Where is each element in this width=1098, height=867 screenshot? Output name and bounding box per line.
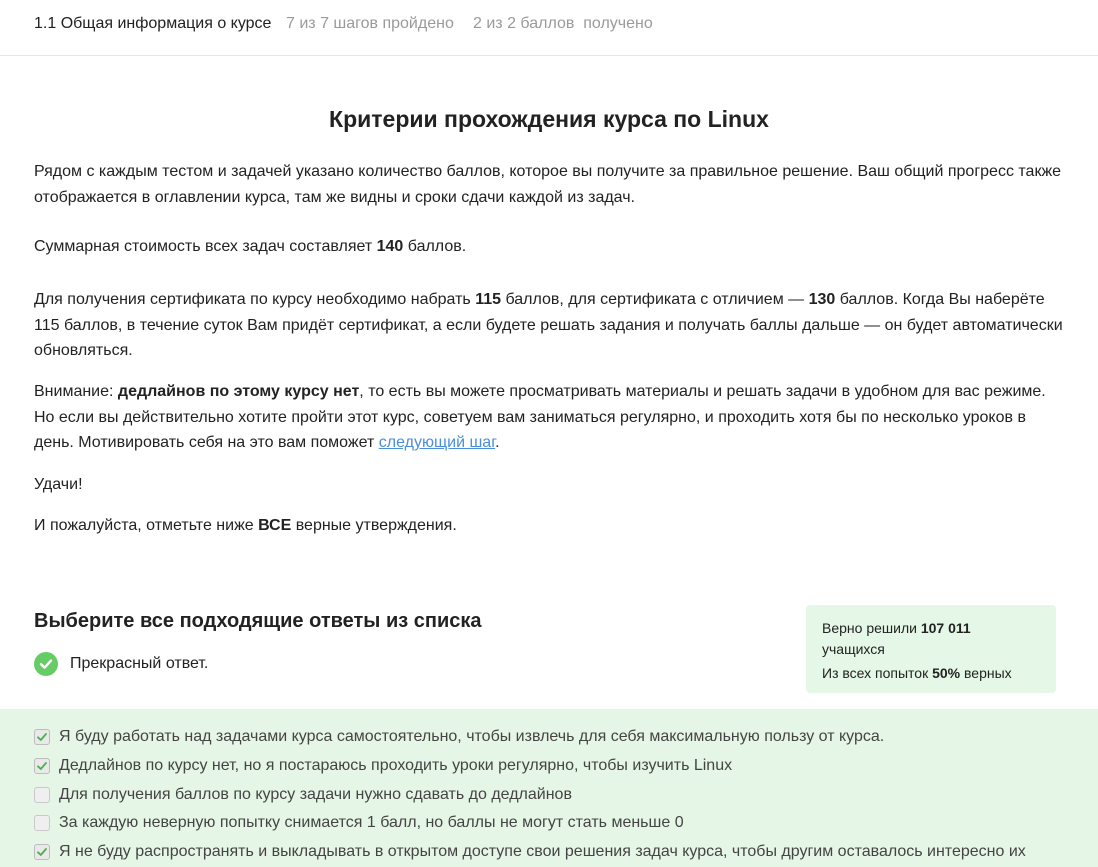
- checkmark-icon: [37, 733, 47, 741]
- paragraph-certificate: Для получения сертификата по курсу необх…: [34, 291, 1063, 359]
- quiz-title: Выберите все подходящие ответы из списка: [34, 610, 482, 632]
- success-rate: 50%: [932, 665, 961, 681]
- checkbox-unchecked[interactable]: [34, 787, 50, 803]
- next-step-link[interactable]: следующий шаг: [379, 434, 495, 451]
- answer-label: Для получения баллов по курсу задачи нуж…: [59, 786, 572, 803]
- answer-option[interactable]: За каждую неверную попытку снимается 1 б…: [34, 812, 684, 834]
- paragraph-good-luck: Удачи!: [34, 476, 83, 493]
- answer-label: Дедлайнов по курсу нет, но я постараюсь …: [59, 757, 733, 774]
- lesson-title[interactable]: 1.1 Общая информация о курсе: [34, 15, 271, 33]
- checkmark-icon: [37, 762, 47, 770]
- answer-option[interactable]: Дедлайнов по курсу нет, но я постараюсь …: [34, 755, 732, 777]
- paragraph-deadlines: Внимание: дедлайнов по этому курсу нет, …: [34, 383, 1046, 451]
- checkbox-checked[interactable]: [34, 729, 50, 745]
- checkbox-unchecked[interactable]: [34, 815, 50, 831]
- answer-option[interactable]: Для получения баллов по курсу задачи нуж…: [34, 784, 572, 806]
- answer-options: Я буду работать над задачами курса самос…: [0, 709, 1098, 867]
- total-points: 140: [376, 238, 404, 255]
- answer-label: Я не буду распространять и выкладывать в…: [59, 843, 1026, 860]
- check-circle-icon: [34, 652, 58, 676]
- article-title: Критерии прохождения курса по Linux: [329, 106, 769, 132]
- certificate-points: 115: [475, 291, 502, 308]
- stats-attempts: Из всех попыток 50% верных: [822, 665, 1012, 681]
- answer-label: За каждую неверную попытку снимается 1 б…: [59, 814, 684, 831]
- answer-label: Я буду работать над задачами курса самос…: [59, 728, 885, 745]
- paragraph-progress-info: Рядом с каждым тестом и задачей указано …: [34, 163, 1062, 206]
- paragraph-instruction: И пожалуйста, отметьте ниже ВСЕ верные у…: [34, 517, 457, 534]
- checkbox-checked[interactable]: [34, 758, 50, 774]
- steps-progress: 7 из 7 шагов пройдено: [286, 15, 454, 32]
- feedback-correct: Прекрасный ответ.: [34, 652, 208, 676]
- checkbox-checked[interactable]: [34, 844, 50, 860]
- step-header: 1.1 Общая информация о курсе 7 из 7 шаго…: [0, 0, 1098, 56]
- score-progress: 2 из 2 баллов получено: [473, 15, 653, 32]
- stats-solvers: Верно решили 107 011 учащихся: [822, 620, 971, 657]
- distinction-points: 130: [808, 291, 836, 308]
- solve-stats: Верно решили 107 011 учащихся Из всех поп…: [806, 605, 1056, 693]
- solvers-count: 107 011: [920, 620, 971, 636]
- answer-option[interactable]: Я буду работать над задачами курса самос…: [34, 726, 884, 748]
- feedback-text: Прекрасный ответ.: [70, 655, 209, 672]
- answer-option[interactable]: Я не буду распространять и выкладывать в…: [34, 841, 1026, 863]
- paragraph-total-cost: Суммарная стоимость всех задач составляе…: [34, 238, 467, 255]
- checkmark-icon: [37, 848, 47, 856]
